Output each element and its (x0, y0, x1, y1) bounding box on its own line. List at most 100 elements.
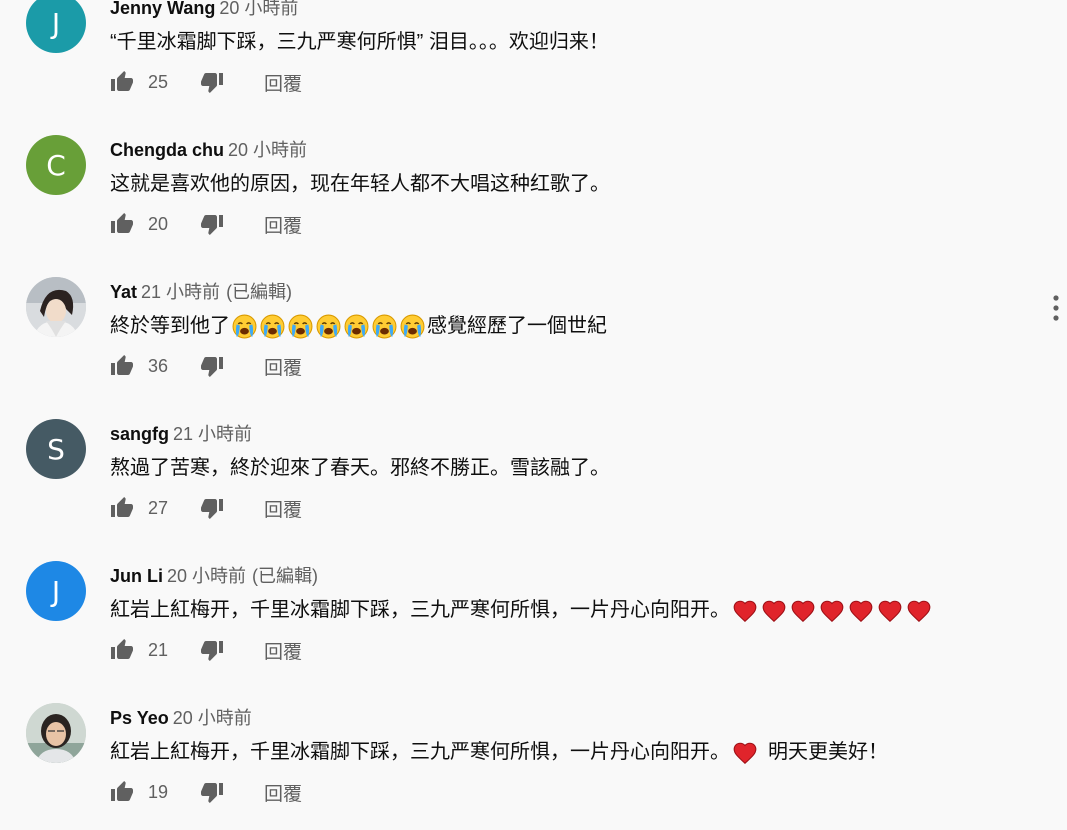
crying-face-emoji (232, 314, 257, 339)
red-heart-emoji (906, 598, 932, 624)
comment-text-start: 紅岩上紅梅开，千里冰霜脚下踩，三九严寒何所惧，一片丹心向阳开。 (110, 599, 730, 621)
comment-header: Yat 21 小時前 (已編輯) (110, 281, 292, 303)
red-heart-emoji (761, 598, 787, 624)
author-name[interactable]: Ps Yeo (110, 708, 169, 728)
crying-face-emoji (316, 314, 341, 339)
avatar[interactable]: J (26, 561, 86, 621)
red-heart-emoji (790, 598, 816, 624)
avatar-letter: J (51, 6, 61, 40)
comment-text: “千里冰霜脚下踩，三九严寒何所惧” 泪目。。。欢迎归来！ (110, 31, 609, 53)
thumbs-up-icon[interactable] (110, 354, 134, 378)
like-button[interactable] (110, 70, 134, 94)
comment-text: 这就是喜欢他的原因，现在年轻人都不大唱这种红歌了。 (110, 173, 610, 195)
reply-button[interactable]: 回覆 (264, 779, 302, 806)
avatar[interactable]: C (26, 135, 86, 195)
emoji-group (732, 740, 758, 766)
red-heart-emoji (819, 598, 845, 624)
thumbs-up-icon[interactable] (110, 70, 134, 94)
thumbs-up-icon[interactable] (110, 638, 134, 662)
comment-thread: C Chengda chu 20 小時前 这就是喜欢他的原因，现在年轻人都不大唱这… (0, 135, 1067, 277)
red-heart-emoji (848, 598, 874, 624)
dislike-button[interactable] (200, 212, 224, 236)
crying-face-emoji (372, 314, 397, 339)
comment-text: 熬過了苦寒，終於迎來了春天。邪終不勝正。雪該融了。 (110, 457, 610, 479)
comment-text: 終於等到他了 感覺經歷了一個世紀 (110, 313, 607, 339)
comment-actions: 20 回覆 (110, 211, 302, 237)
edited-label: (已編輯) (226, 282, 293, 302)
comment-time[interactable]: 20 小時前 (219, 0, 298, 18)
thumbs-down-icon[interactable] (200, 780, 224, 804)
author-name[interactable]: sangfg (110, 424, 169, 444)
like-count: 36 (148, 355, 169, 376)
comment-header: Chengda chu 20 小時前 (110, 139, 307, 161)
thumbs-down-icon[interactable] (200, 212, 224, 236)
crying-face-emoji (260, 314, 285, 339)
comment-time[interactable]: 21 小時前 (173, 424, 252, 444)
author-name[interactable]: Jenny Wang (110, 0, 215, 18)
dislike-button[interactable] (200, 780, 224, 804)
dislike-button[interactable] (200, 496, 224, 520)
comment-actions: 36 回覆 (110, 353, 302, 379)
avatar-letter: J (51, 574, 61, 608)
thumbs-down-icon[interactable] (200, 70, 224, 94)
red-heart-emoji (732, 598, 758, 624)
red-heart-emoji (877, 598, 903, 624)
comment-text-start: 終於等到他了 (110, 315, 230, 337)
edited-label: (已編輯) (252, 566, 319, 586)
comment-time[interactable]: 20 小時前 (173, 708, 252, 728)
profile-photo (26, 277, 86, 337)
avatar[interactable] (26, 277, 86, 337)
comment-header: Jenny Wang 20 小時前 (110, 0, 298, 19)
author-name[interactable]: Jun Li (110, 566, 163, 586)
avatar-letter: S (47, 432, 65, 466)
thumbs-up-icon[interactable] (110, 780, 134, 804)
comment-actions: 21 回覆 (110, 637, 302, 663)
reply-button[interactable]: 回覆 (264, 211, 302, 238)
comment-time[interactable]: 21 小時前 (141, 282, 220, 302)
comment-time[interactable]: 20 小時前 (228, 140, 307, 160)
like-button[interactable] (110, 638, 134, 662)
comment-actions: 27 回覆 (110, 495, 302, 521)
dislike-button[interactable] (200, 638, 224, 662)
thumbs-down-icon[interactable] (200, 496, 224, 520)
reply-button[interactable]: 回覆 (264, 353, 302, 380)
comment-header: Jun Li 20 小時前 (已編輯) (110, 565, 318, 587)
comment-thread: J Jun Li 20 小時前 (已編輯) 紅岩上紅梅开，千里冰霜脚下踩，三九严寒何… (0, 561, 1067, 703)
like-count: 21 (148, 639, 169, 660)
like-button[interactable] (110, 496, 134, 520)
reply-button[interactable]: 回覆 (264, 495, 302, 522)
crying-face-emoji (288, 314, 313, 339)
comments-page: J Jenny Wang 20 小時前 “千里冰霜脚下踩，三九严寒何所惧” 泪目。… (0, 0, 1067, 830)
crying-face-emoji (400, 314, 425, 339)
comment-text-start: 紅岩上紅梅开，千里冰霜脚下踩，三九严寒何所惧，一片丹心向阳开。 (110, 741, 730, 763)
comment-time[interactable]: 20 小時前 (167, 566, 246, 586)
dislike-button[interactable] (200, 354, 224, 378)
comment-actions: 25 回覆 (110, 69, 302, 95)
comment-text-end: 感覺經歷了一個世紀 (427, 315, 607, 337)
author-name[interactable]: Chengda chu (110, 140, 224, 160)
avatar[interactable]: J (26, 0, 86, 53)
like-count: 27 (148, 497, 169, 518)
avatar-letter: C (46, 148, 66, 182)
crying-face-emoji (344, 314, 369, 339)
avatar[interactable]: S (26, 419, 86, 479)
comment-thread: J Jenny Wang 20 小時前 “千里冰霜脚下踩，三九严寒何所惧” 泪目。… (0, 0, 1067, 135)
avatar[interactable] (26, 703, 86, 763)
thumbs-down-icon[interactable] (200, 638, 224, 662)
author-name[interactable]: Yat (110, 282, 137, 302)
more-vertical-icon[interactable] (1049, 294, 1063, 322)
thumbs-up-icon[interactable] (110, 212, 134, 236)
comment-text: 紅岩上紅梅开，千里冰霜脚下踩，三九严寒何所惧，一片丹心向阳开。 (110, 597, 934, 624)
reply-button[interactable]: 回覆 (264, 637, 302, 664)
like-button[interactable] (110, 212, 134, 236)
reply-button[interactable]: 回覆 (264, 69, 302, 96)
emoji-group (732, 598, 932, 624)
red-heart-emoji (732, 740, 758, 766)
thumbs-down-icon[interactable] (200, 354, 224, 378)
like-button[interactable] (110, 780, 134, 804)
like-count: 20 (148, 213, 169, 234)
comment-header: sangfg 21 小時前 (110, 423, 252, 445)
like-button[interactable] (110, 354, 134, 378)
thumbs-up-icon[interactable] (110, 496, 134, 520)
dislike-button[interactable] (200, 70, 224, 94)
